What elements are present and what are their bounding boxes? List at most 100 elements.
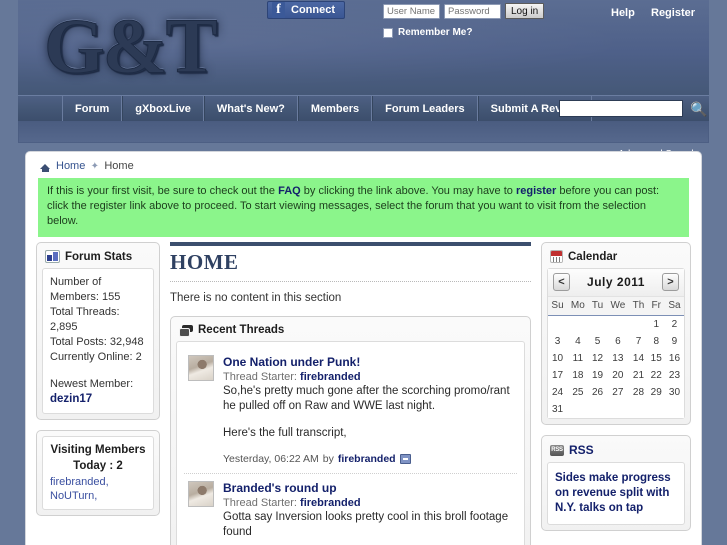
nav-item-gxboxlive[interactable]: gXboxLive — [122, 96, 204, 121]
nav-item-whats-new[interactable]: What's New? — [203, 96, 298, 121]
visiting-members-count: Today : 2 — [73, 460, 123, 472]
search-icon[interactable]: 🔍 — [689, 100, 709, 118]
notice-line-2: click the register link above to proceed… — [47, 200, 646, 212]
calendar-day-29[interactable]: 29 — [647, 384, 665, 401]
recent-threads-block: Recent Threads One Nation under Punk! Th… — [170, 316, 531, 545]
calendar-day-26[interactable]: 26 — [588, 384, 607, 401]
notice-register-link[interactable]: register — [516, 185, 556, 197]
table-row: One Nation under Punk! Thread Starter: f… — [184, 348, 517, 474]
calendar-day-25[interactable]: 25 — [567, 384, 589, 401]
thread-body: Branded's round up Thread Starter: fireb… — [223, 481, 513, 545]
nav-item-members[interactable]: Members — [297, 96, 373, 121]
thread-excerpt: So,he's pretty much gone after the scorc… — [223, 384, 513, 441]
thread-title-link[interactable]: One Nation under Punk! — [223, 355, 513, 371]
facebook-connect-label: Connect — [291, 4, 335, 16]
remember-me-checkbox[interactable] — [383, 27, 393, 38]
calendar-day-17[interactable]: 17 — [548, 367, 568, 384]
visiting-members-body: Visiting Members Today : 2 firebranded, … — [42, 436, 154, 510]
calendar-day-empty — [567, 315, 589, 333]
calendar-prev-button[interactable]: < — [553, 273, 570, 291]
go-to-last-post-icon[interactable] — [399, 454, 411, 464]
rss-body: Sides make progress on revenue split wit… — [547, 462, 685, 525]
avatar[interactable] — [188, 481, 214, 507]
calendar-month-label: July 2011 — [587, 275, 645, 289]
login-button[interactable]: Log in — [505, 3, 545, 19]
calendar-day-30[interactable]: 30 — [664, 384, 684, 401]
calendar-day-15[interactable]: 15 — [647, 350, 665, 367]
weekday-su: Su — [548, 297, 568, 316]
thread-title-link[interactable]: Branded's round up — [223, 481, 513, 497]
site-header: G&T f Connect Log in Remember Me? Help R… — [18, 0, 709, 160]
calendar-day-4[interactable]: 4 — [567, 333, 589, 350]
calendar-day-empty — [588, 315, 607, 333]
nav-item-forum[interactable]: Forum — [62, 96, 123, 121]
rss-title-row: RSS RSS — [547, 441, 685, 462]
forum-stats-block: Forum Stats Number of Members: 155 Total… — [36, 242, 160, 420]
newest-member-link[interactable]: dezin17 — [50, 393, 92, 405]
site-logo[interactable]: G&T — [44, 2, 219, 90]
calendar-day-7[interactable]: 7 — [629, 333, 648, 350]
calendar-day-10[interactable]: 10 — [548, 350, 568, 367]
register-link[interactable]: Register — [651, 7, 695, 19]
calendar-day-23[interactable]: 23 — [664, 367, 684, 384]
home-icon — [40, 161, 51, 172]
thread-meta-user-link[interactable]: firebranded — [338, 453, 396, 465]
first-visit-notice: If this is your first visit, be sure to … — [38, 178, 689, 237]
calendar-day-9[interactable]: 9 — [664, 333, 684, 350]
search-input[interactable] — [559, 100, 683, 117]
calendar-body: < July 2011 > Su Mo Tu We Th Fr Sa 1 2 3… — [547, 268, 685, 419]
calendar-day-empty — [606, 315, 630, 333]
calendar-day-13[interactable]: 13 — [606, 350, 630, 367]
remember-me-label: Remember Me? — [398, 27, 473, 38]
visiting-member-1[interactable]: firebranded, — [50, 476, 109, 488]
thread-starter-row: Thread Starter: firebranded — [223, 371, 513, 384]
calendar-day-8[interactable]: 8 — [647, 333, 665, 350]
stat-threads: Total Threads: 2,895 — [50, 306, 120, 333]
thread-starter-link[interactable]: firebranded — [300, 497, 361, 509]
calendar-day-empty — [548, 315, 568, 333]
calendar-day-27[interactable]: 27 — [606, 384, 630, 401]
breadcrumb-item-current: Home — [104, 160, 134, 172]
nav-item-forum-leaders[interactable]: Forum Leaders — [372, 96, 478, 121]
notice-text-a: If this is your first visit, be sure to … — [47, 185, 279, 197]
calendar-day-5[interactable]: 5 — [588, 333, 607, 350]
calendar-day-14[interactable]: 14 — [629, 350, 648, 367]
avatar[interactable] — [188, 355, 214, 381]
calendar-day-31[interactable]: 31 — [548, 401, 568, 418]
facebook-connect-button[interactable]: f Connect — [267, 1, 345, 19]
calendar-day-3[interactable]: 3 — [548, 333, 568, 350]
recent-threads-title-row: Recent Threads — [176, 322, 525, 341]
remember-me-row: Remember Me? — [383, 27, 709, 38]
rss-item-link[interactable]: Sides make progress on revenue split wit… — [555, 471, 677, 516]
calendar-day-16[interactable]: 16 — [664, 350, 684, 367]
calendar-block: Calendar < July 2011 > Su Mo Tu We Th Fr… — [541, 242, 691, 425]
password-input[interactable] — [444, 3, 501, 19]
help-link[interactable]: Help — [611, 7, 635, 19]
calendar-day-22[interactable]: 22 — [647, 367, 665, 384]
notice-faq-link[interactable]: FAQ — [278, 185, 301, 197]
calendar-next-button[interactable]: > — [661, 273, 679, 291]
calendar-day-1[interactable]: 1 — [647, 315, 665, 333]
calendar-day-empty — [588, 401, 607, 418]
calendar-day-18[interactable]: 18 — [567, 367, 589, 384]
calendar-day-11[interactable]: 11 — [567, 350, 589, 367]
calendar-day-6[interactable]: 6 — [606, 333, 630, 350]
calendar-day-20[interactable]: 20 — [606, 367, 630, 384]
breadcrumb-item-home[interactable]: Home — [56, 160, 85, 172]
calendar-day-12[interactable]: 12 — [588, 350, 607, 367]
thread-starter-link[interactable]: firebranded — [300, 371, 361, 383]
chevron-separator-icon: ✦ — [90, 160, 100, 172]
calendar-day-2[interactable]: 2 — [664, 315, 684, 333]
thread-meta-by: by — [322, 453, 334, 465]
username-input[interactable] — [383, 3, 440, 19]
calendar-day-28[interactable]: 28 — [629, 384, 648, 401]
calendar-day-19[interactable]: 19 — [588, 367, 607, 384]
calendar-day-empty — [606, 401, 630, 418]
content-container: Home ✦ Home If this is your first visit,… — [26, 152, 701, 545]
calendar-day-24[interactable]: 24 — [548, 384, 568, 401]
calendar-table: Su Mo Tu We Th Fr Sa 1 2 3 4 5 6 7 8 9 10 11 12 13 14… — [548, 297, 684, 418]
calendar-day-21[interactable]: 21 — [629, 367, 648, 384]
visiting-member-2[interactable]: NoUTurn, — [50, 490, 97, 502]
rss-block: RSS RSS Sides make progress on revenue s… — [541, 435, 691, 531]
weekday-we: We — [606, 297, 630, 316]
